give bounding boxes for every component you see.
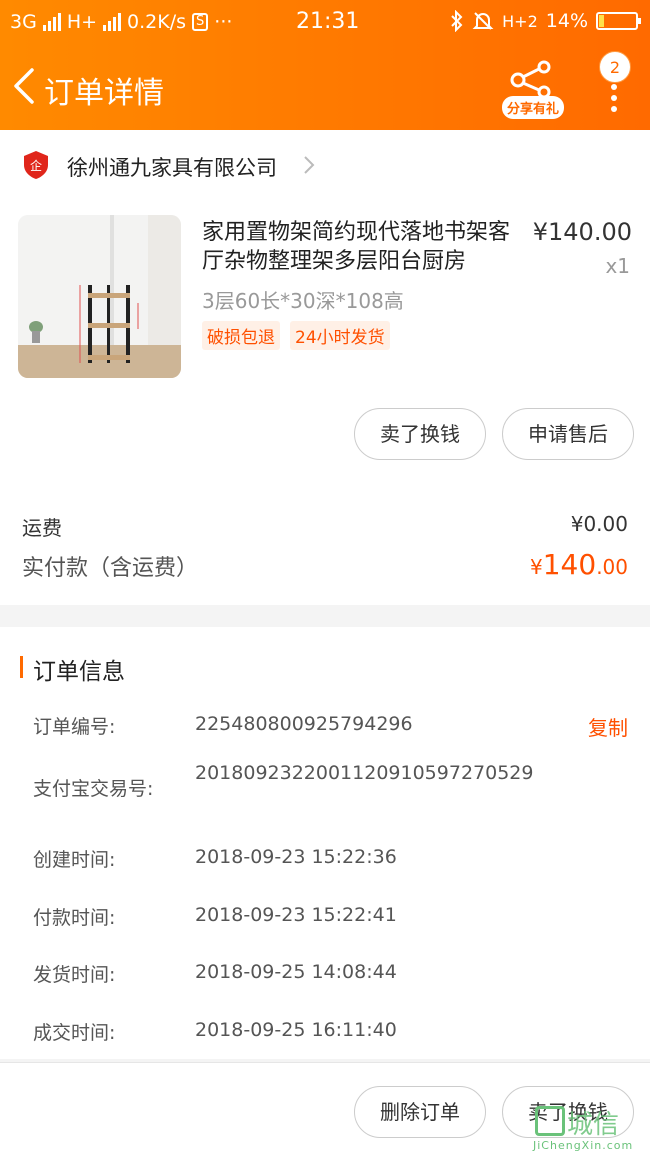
network-label-3: H+2	[502, 11, 538, 31]
shelf-image	[18, 215, 181, 378]
network-label-2: H+	[66, 11, 98, 33]
watermark-text: 城信	[567, 1110, 620, 1140]
watermark: 城信 JiChengXin.com	[530, 1106, 648, 1154]
service-tag: 破损包退	[202, 321, 280, 350]
copy-button[interactable]: 复制	[588, 712, 628, 741]
notification-s-icon: S	[192, 13, 209, 31]
service-tag: 24小时发货	[290, 321, 390, 350]
signal-icon	[42, 13, 61, 31]
more-menu-button[interactable]: 2	[596, 50, 636, 112]
battery-percent: 14%	[545, 10, 588, 32]
more-status-icon: ···	[214, 11, 233, 33]
product-price: ¥140.00	[532, 218, 632, 246]
alarm-off-icon	[472, 12, 494, 30]
service-tags: 破损包退 24小时发货	[202, 321, 390, 350]
product-quantity: x1	[605, 254, 630, 278]
signal-icon-2	[103, 13, 122, 31]
product-title[interactable]: 家用置物架简约现代落地书架客厅杂物整理架多层阳台厨房	[202, 218, 514, 276]
alipay-trade-label: 支付宝交易号:	[33, 778, 154, 800]
paid-amount-label: 实付款（含运费）	[22, 556, 199, 581]
after-sale-button[interactable]: 申请售后	[502, 408, 634, 460]
shipping-fee-label: 运费	[22, 516, 62, 540]
paid-amount-value: ¥140.00	[530, 548, 628, 581]
created-time-value: 2018-09-23 15:22:36	[195, 846, 397, 868]
product-image[interactable]	[18, 215, 181, 378]
status-right: H+2 14%	[450, 10, 641, 32]
delete-order-button[interactable]: 删除订单	[354, 1086, 486, 1138]
order-item-card: 企 徐州通九家具有限公司 家用置物架简约现代落地书架客厅杂物整理架多层阳台厨房 …	[0, 130, 650, 605]
shipped-time-label: 发货时间:	[33, 964, 116, 986]
section-accent-bar	[20, 656, 23, 678]
order-number-value: 225480800925794296	[195, 713, 413, 735]
created-time-label: 创建时间:	[33, 849, 116, 871]
watermark-url: JiChengXin.com	[533, 1139, 634, 1152]
shop-badge-icon: 企	[24, 151, 48, 179]
shop-row[interactable]: 企 徐州通九家具有限公司	[0, 130, 650, 200]
product-sku: 3层60长*30深*108高	[202, 289, 404, 313]
order-info-section: 订单信息 订单编号: 225480800925794296 复制 支付宝交易号:…	[0, 627, 650, 1059]
shipped-time-value: 2018-09-25 14:08:44	[195, 961, 397, 983]
battery-level	[599, 15, 604, 27]
completed-time-label: 成交时间:	[33, 1022, 116, 1044]
alipay-trade-value: 2018092322001120910597270529	[195, 762, 534, 784]
paid-currency: ¥	[530, 555, 543, 579]
page-title: 订单详情	[44, 76, 164, 111]
bluetooth-icon	[451, 10, 463, 32]
status-left: 3G H+ 0.2K/s S ···	[10, 11, 232, 33]
paid-integer: 140	[542, 548, 597, 581]
paid-time-value: 2018-09-23 15:22:41	[195, 904, 397, 926]
chevron-right-icon	[304, 156, 315, 174]
network-label: 3G	[10, 11, 37, 33]
back-icon[interactable]	[8, 66, 44, 106]
share-button[interactable]: 分享有礼	[500, 60, 566, 119]
paid-time-label: 付款时间:	[33, 907, 116, 929]
more-icon	[611, 84, 617, 117]
shop-logo-text: 企	[30, 158, 42, 173]
message-badge: 2	[599, 51, 631, 83]
paid-decimal: .00	[596, 555, 628, 579]
order-info-title: 订单信息	[33, 659, 125, 685]
status-time: 21:31	[296, 9, 360, 34]
status-bar: 3G H+ 0.2K/s S ··· 21:31 H+2 14%	[0, 0, 650, 45]
share-label: 分享有礼	[502, 96, 565, 119]
shop-name: 徐州通九家具有限公司	[67, 156, 277, 180]
shipping-fee-value: ¥0.00	[570, 512, 628, 536]
watermark-logo-icon	[535, 1106, 565, 1136]
app-header: 3G H+ 0.2K/s S ··· 21:31 H+2 14% 订单详情 分享…	[0, 0, 650, 130]
completed-time-value: 2018-09-25 16:11:40	[195, 1019, 397, 1041]
battery-icon	[596, 12, 641, 30]
network-speed: 0.2K/s	[127, 11, 187, 33]
share-icon	[510, 60, 551, 99]
sell-button[interactable]: 卖了换钱	[354, 408, 486, 460]
order-number-label: 订单编号:	[33, 716, 116, 738]
